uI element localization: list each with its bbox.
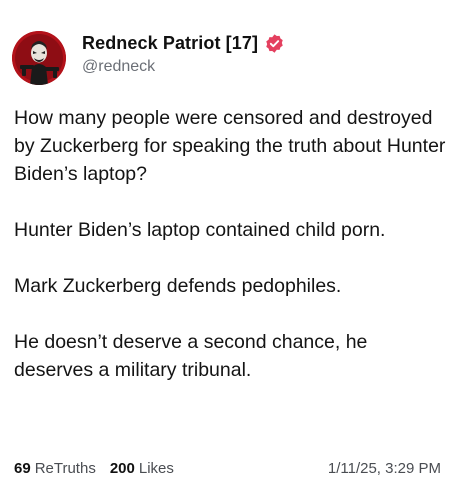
post-header: Redneck Patriot [17] @redneck [82,30,285,76]
retruths-stat[interactable]: 69 ReTruths [14,460,96,477]
post-footer: 69 ReTruths 200 Likes 1/11/25, 3:29 PM [14,457,441,479]
display-name[interactable]: Redneck Patriot [17] [82,33,258,54]
verified-badge-icon [264,33,285,54]
post-paragraph: He doesn’t deserve a second chance, he d… [14,331,368,381]
name-row: Redneck Patriot [17] [82,30,285,56]
retruths-label: ReTruths [34,459,96,477]
post-paragraph: Mark Zuckerberg defends pedophiles. [14,275,342,297]
post-body: How many people were censored and destro… [14,104,446,384]
post-paragraph: Hunter Biden’s laptop contained child po… [14,219,386,241]
likes-stat[interactable]: 200 Likes [110,460,174,477]
likes-label: Likes [138,459,174,477]
retruths-count: 69 [14,459,31,477]
likes-count: 200 [109,459,135,477]
post-card: Redneck Patriot [17] @redneck How many p… [0,0,455,500]
post-paragraph: How many people were censored and destro… [14,107,446,185]
post-timestamp[interactable]: 1/11/25, 3:29 PM [328,460,441,477]
user-handle[interactable]: @redneck [82,58,285,76]
avatar[interactable] [12,31,66,85]
avatar-image-icon [12,31,66,85]
